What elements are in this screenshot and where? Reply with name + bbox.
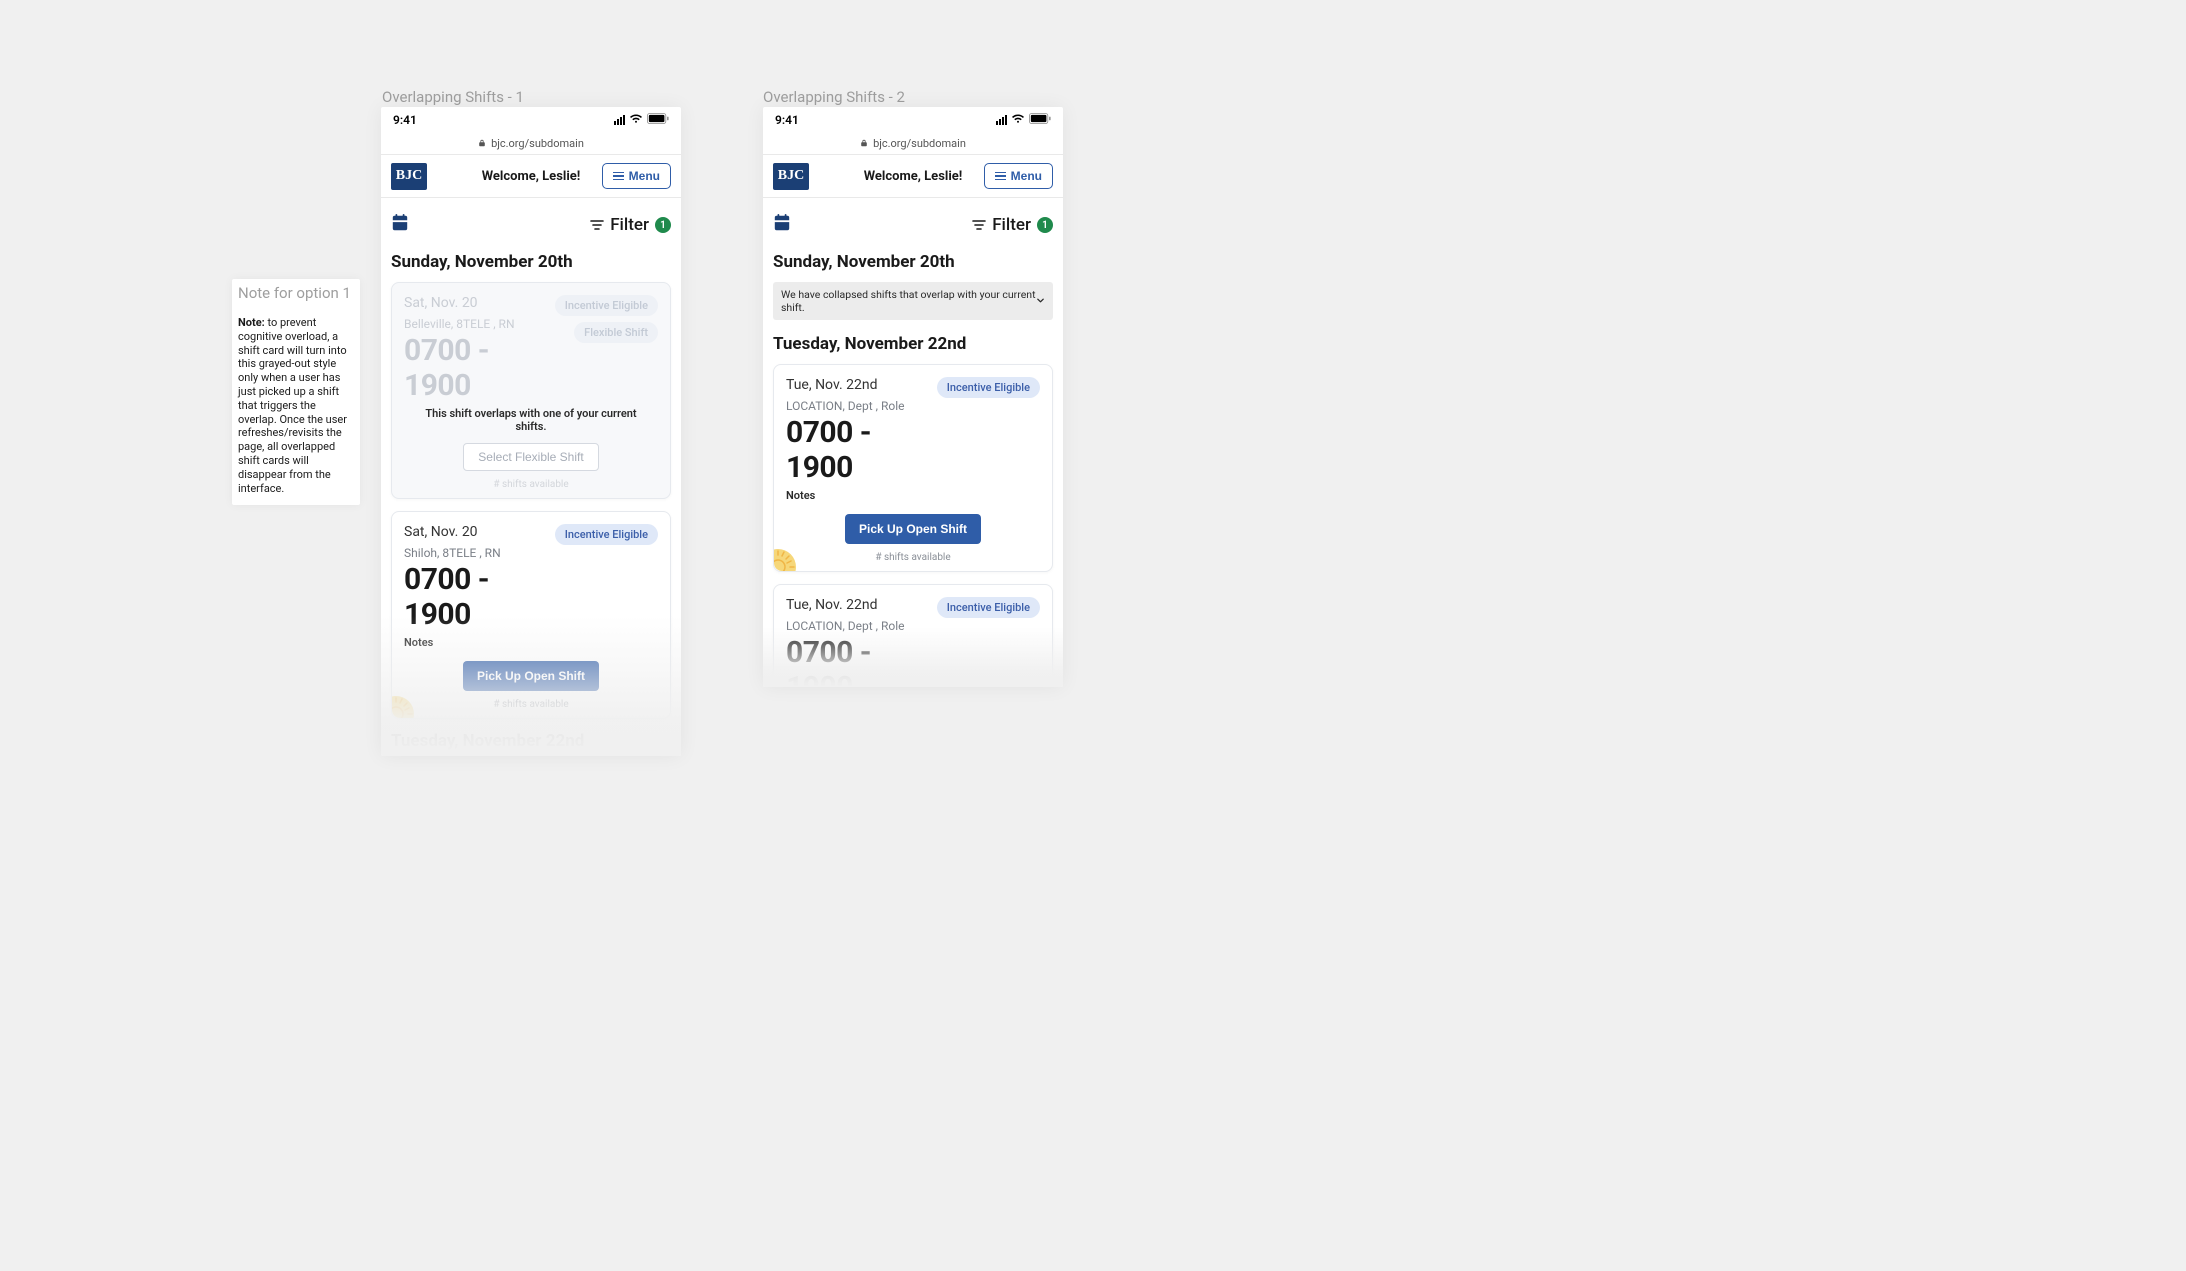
browser-url-bar: bjc.org/subdomain bbox=[763, 132, 1063, 154]
shift-location: LOCATION, Dept , Role bbox=[786, 399, 937, 413]
shift-card-overlapped: Sat, Nov. 20 Belleville, 8TELE , RN 0700… bbox=[391, 282, 671, 499]
frame-label-1: Overlapping Shifts - 1 bbox=[382, 88, 524, 106]
filter-label: Filter bbox=[992, 215, 1031, 235]
shifts-available: # shifts available bbox=[404, 479, 658, 490]
incentive-pill: Incentive Eligible bbox=[937, 597, 1040, 618]
lock-icon bbox=[860, 137, 868, 150]
note-card: Note for option 1 Note: to prevent cogni… bbox=[232, 279, 360, 505]
shift-time: 0700 - 1900 bbox=[404, 333, 555, 403]
shift-location: Belleville, 8TELE , RN bbox=[404, 317, 555, 331]
shift-card: Tue, Nov. 22nd LOCATION, Dept , Role 070… bbox=[773, 364, 1053, 572]
shift-notes: Notes bbox=[786, 489, 937, 502]
menu-label: Menu bbox=[629, 169, 660, 183]
status-bar: 9:41 bbox=[381, 107, 681, 132]
pickup-button[interactable]: Pick Up Open Shift bbox=[845, 514, 981, 544]
logo[interactable]: BJC bbox=[773, 163, 809, 190]
shift-date: Sat, Nov. 20 bbox=[404, 524, 555, 540]
calendar-icon[interactable] bbox=[391, 214, 409, 236]
menu-button[interactable]: Menu bbox=[602, 163, 671, 189]
filter-icon bbox=[590, 218, 604, 232]
select-flexible-button: Select Flexible Shift bbox=[463, 443, 598, 471]
incentive-pill: Incentive Eligible bbox=[555, 524, 658, 545]
status-icons bbox=[614, 113, 669, 127]
shift-location: LOCATION, Dept , Role bbox=[786, 619, 937, 633]
app-body: Filter 1 Sunday, November 20th We have c… bbox=[763, 198, 1063, 687]
note-title: Note for option 1 bbox=[238, 284, 354, 302]
shift-time: 0700 - 1900 bbox=[404, 562, 555, 632]
sun-icon bbox=[774, 545, 800, 571]
shift-card: Sat, Nov. 20 Shiloh, 8TELE , RN 0700 - 1… bbox=[391, 511, 671, 719]
toolbar: Filter 1 bbox=[391, 204, 671, 246]
shifts-available: # shifts available bbox=[786, 552, 1040, 563]
shift-time: 0700 - 1900 bbox=[786, 415, 937, 485]
phone-mockup-1: 9:41 bjc.org/subdomain BJC Welcome, Le bbox=[381, 107, 681, 756]
shift-card: Tue, Nov. 22nd LOCATION, Dept , Role 070… bbox=[773, 584, 1053, 687]
filter-icon bbox=[972, 218, 986, 232]
hamburger-icon bbox=[995, 172, 1006, 181]
note-text: to prevent cognitive overload, a shift c… bbox=[238, 316, 347, 495]
pickup-button[interactable]: Pick Up Open Shift bbox=[463, 661, 599, 691]
filter-count-badge: 1 bbox=[655, 217, 671, 233]
status-bar: 9:41 bbox=[763, 107, 1063, 132]
phone-viewport: 9:41 bjc.org/subdomain BJC Welcome, Lesl… bbox=[763, 107, 1063, 687]
app-header: BJC Welcome, Leslie! Menu bbox=[381, 154, 681, 198]
status-time: 9:41 bbox=[775, 113, 799, 127]
day-header: Sunday, November 20th bbox=[773, 252, 1053, 272]
sun-icon bbox=[392, 692, 418, 718]
signal-icon bbox=[614, 115, 625, 125]
incentive-pill: Incentive Eligible bbox=[555, 295, 658, 316]
url-text: bjc.org/subdomain bbox=[491, 137, 584, 150]
calendar-icon[interactable] bbox=[773, 214, 791, 236]
wifi-icon bbox=[1011, 113, 1025, 127]
hamburger-icon bbox=[613, 172, 624, 181]
collapsed-overlap-banner[interactable]: We have collapsed shifts that overlap wi… bbox=[773, 282, 1053, 320]
filter-count-badge: 1 bbox=[1037, 217, 1053, 233]
frame-label-2: Overlapping Shifts - 2 bbox=[763, 88, 905, 106]
shift-location: Shiloh, 8TELE , RN bbox=[404, 546, 555, 560]
wifi-icon bbox=[629, 113, 643, 127]
filter-button[interactable]: Filter 1 bbox=[972, 215, 1053, 235]
filter-label: Filter bbox=[610, 215, 649, 235]
collapsed-text: We have collapsed shifts that overlap wi… bbox=[781, 288, 1036, 314]
overlap-message: This shift overlaps with one of your cur… bbox=[422, 407, 640, 433]
shift-date: Tue, Nov. 22nd bbox=[786, 597, 937, 613]
menu-button[interactable]: Menu bbox=[984, 163, 1053, 189]
url-text: bjc.org/subdomain bbox=[873, 137, 966, 150]
menu-label: Menu bbox=[1011, 169, 1042, 183]
status-time: 9:41 bbox=[393, 113, 417, 127]
day-header: Sunday, November 20th bbox=[391, 252, 671, 272]
battery-icon bbox=[1029, 113, 1051, 127]
badge-column: Incentive Eligible Flexible Shift bbox=[555, 295, 658, 343]
note-body: Note: to prevent cognitive overload, a s… bbox=[238, 316, 354, 495]
day-header: Tuesday, November 22nd bbox=[773, 334, 1053, 354]
design-canvas: Note for option 1 Note: to prevent cogni… bbox=[0, 0, 2186, 1271]
signal-icon bbox=[996, 115, 1007, 125]
shift-date: Sat, Nov. 20 bbox=[404, 295, 555, 311]
app-header: BJC Welcome, Leslie! Menu bbox=[763, 154, 1063, 198]
day-header: Tuesday, November 22nd bbox=[391, 731, 671, 751]
app-body: Filter 1 Sunday, November 20th Sat, Nov.… bbox=[381, 198, 681, 756]
shifts-available: # shifts available bbox=[404, 699, 658, 710]
filter-button[interactable]: Filter 1 bbox=[590, 215, 671, 235]
chevron-down-icon bbox=[1036, 295, 1045, 308]
lock-icon bbox=[478, 137, 486, 150]
logo[interactable]: BJC bbox=[391, 163, 427, 190]
battery-icon bbox=[647, 113, 669, 127]
shift-date: Tue, Nov. 22nd bbox=[786, 377, 937, 393]
shift-notes: Notes bbox=[404, 636, 555, 649]
shift-time: 0700 - 1900 bbox=[786, 635, 937, 687]
toolbar: Filter 1 bbox=[773, 204, 1053, 246]
incentive-pill: Incentive Eligible bbox=[937, 377, 1040, 398]
flexible-pill: Flexible Shift bbox=[574, 322, 658, 343]
note-bold: Note: bbox=[238, 316, 267, 329]
phone-viewport: 9:41 bjc.org/subdomain BJC Welcome, Le bbox=[381, 107, 681, 756]
phone-mockup-2: 9:41 bjc.org/subdomain BJC Welcome, Lesl… bbox=[763, 107, 1063, 687]
browser-url-bar: bjc.org/subdomain bbox=[381, 132, 681, 154]
status-icons bbox=[996, 113, 1051, 127]
